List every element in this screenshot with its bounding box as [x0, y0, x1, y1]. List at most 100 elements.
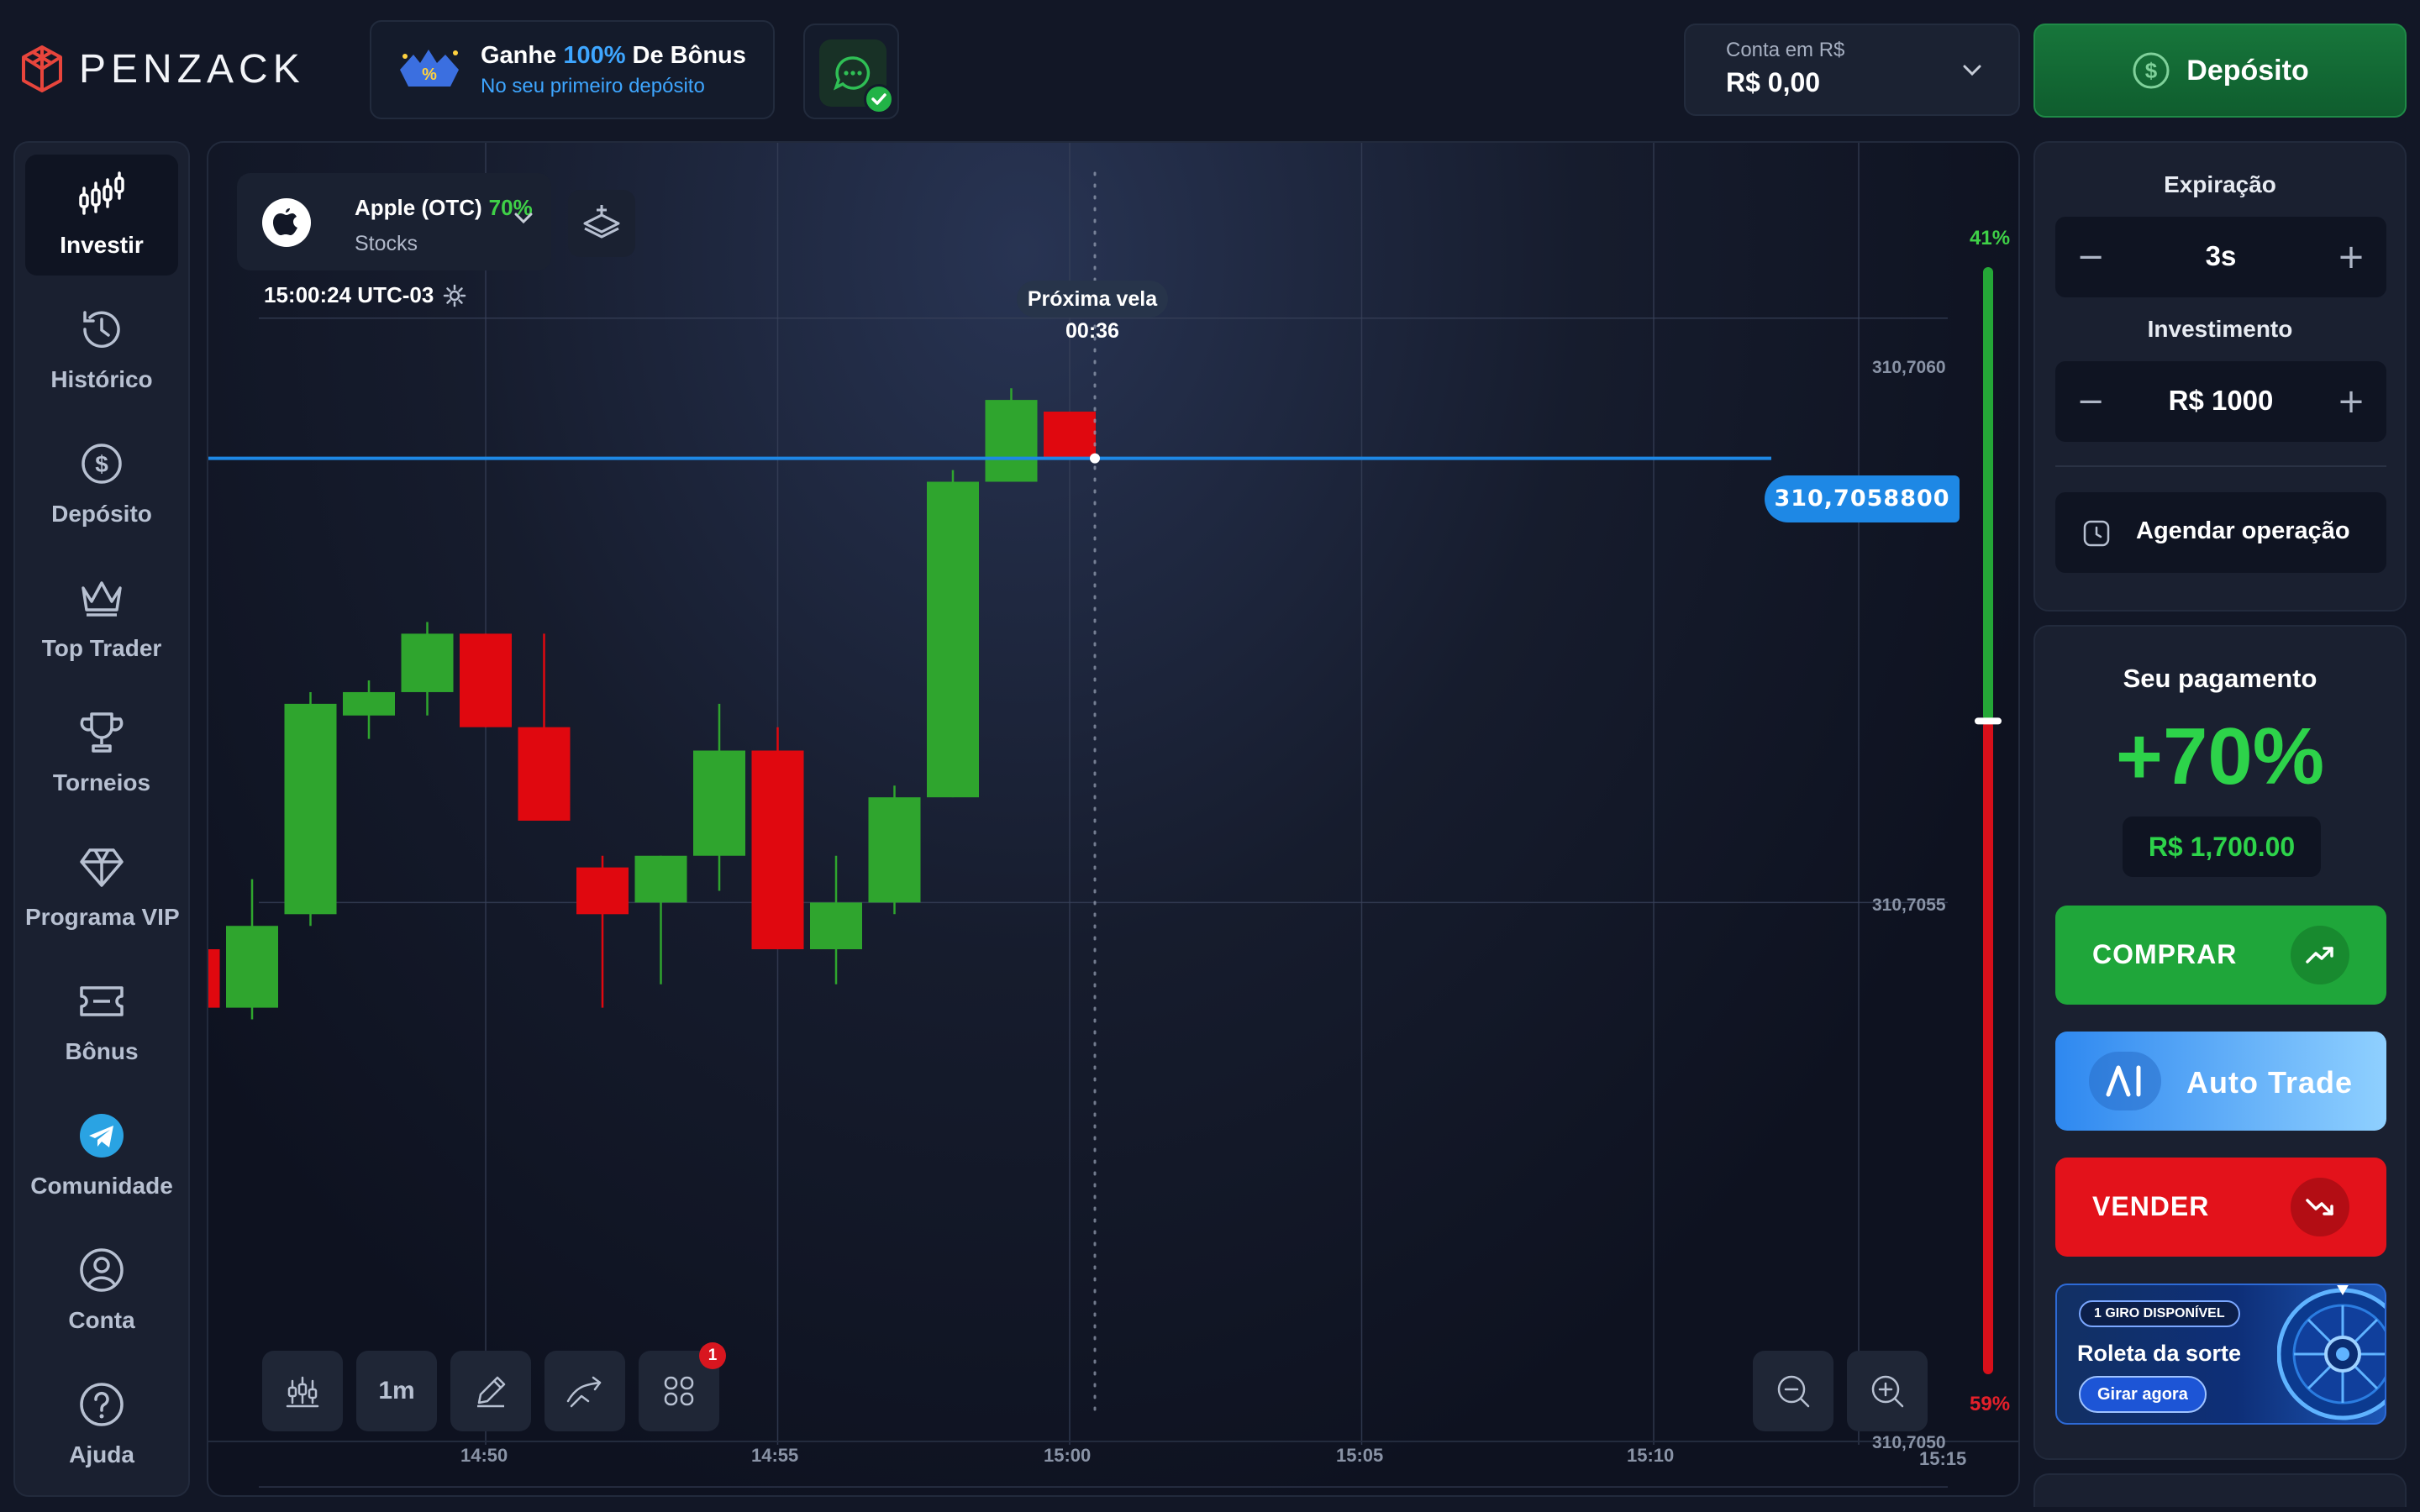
sentiment-split-marker	[1975, 717, 2002, 725]
candle-body	[810, 902, 862, 950]
brand-name: PENZACK	[79, 46, 305, 92]
schedule-label: Agendar operação	[2136, 517, 2350, 544]
trade-settings-panel: Expiração − 3s + Investimento − R$ 1000 …	[2033, 141, 2407, 612]
ticket-icon	[80, 986, 124, 1016]
zoom-out-icon	[1777, 1375, 1810, 1408]
expiration-increase-button[interactable]: +	[2329, 235, 2373, 279]
next-candle-label: Próxima vela	[1017, 281, 1168, 318]
asset-name: Apple (OTC) 70%	[355, 195, 533, 220]
zoom-in-button[interactable]	[1847, 1351, 1928, 1431]
investment-label: Investimento	[2147, 316, 2293, 342]
x-tick-label: 15:05	[1336, 1445, 1384, 1466]
trend-up-icon	[2306, 947, 2333, 963]
diamond-icon	[80, 848, 124, 887]
candle-body	[985, 400, 1038, 482]
roulette-title: Roleta da sorte	[2077, 1341, 2242, 1366]
trend-arrow-icon	[566, 1376, 602, 1408]
top-bar: PENZACK % Ganhe 100% De Bônus No seu pri…	[0, 0, 2420, 138]
candle-body	[284, 703, 337, 915]
x-tick-label: 15:00	[1044, 1445, 1092, 1466]
zoom-in-icon	[1871, 1375, 1904, 1408]
candle-body	[518, 727, 571, 821]
candle-body	[634, 855, 687, 903]
timeframe-button[interactable]: 1m	[356, 1351, 437, 1431]
bonus-promo-banner[interactable]: % Ganhe 100% De Bônus No seu primeiro de…	[370, 20, 775, 119]
promo-subtitle: No seu primeiro depósito	[481, 74, 705, 97]
investment-increase-button[interactable]: +	[2329, 380, 2373, 423]
cube-logo-icon	[22, 45, 62, 92]
panel-stub	[2033, 1473, 2407, 1507]
x-tick-label: 14:55	[751, 1445, 799, 1466]
buy-button[interactable]: COMPRAR	[2055, 906, 2386, 1005]
candle-body	[927, 481, 979, 798]
sidebar-item-bonus[interactable]: Bônus	[25, 961, 178, 1082]
trade-action-panel: Seu pagamento +70% R$ 1,700.00 COMPRAR A…	[2033, 625, 2407, 1460]
sidebar-item-deposito[interactable]: $ Depósito	[25, 423, 178, 544]
sidebar-item-top-trader[interactable]: Top Trader	[25, 558, 178, 679]
gear-icon[interactable]	[442, 283, 467, 308]
layers-plus-icon	[583, 205, 620, 239]
account-label: Conta em R$	[1726, 39, 1845, 61]
expiration-value[interactable]: 3s	[2123, 240, 2319, 272]
sidebar-item-ajuda[interactable]: Ajuda	[25, 1364, 178, 1485]
expiration-decrease-button[interactable]: −	[2069, 235, 2112, 279]
lucky-roulette-banner[interactable]: 1 GIRO DISPONÍVEL Roleta da sorte Girar …	[2055, 1284, 2386, 1425]
candle-body	[576, 867, 629, 915]
candlestick-chart[interactable]	[208, 143, 2020, 1497]
asset-selector[interactable]: Apple (OTC) 70% Stocks	[237, 173, 551, 270]
brand-logo[interactable]: PENZACK	[18, 42, 305, 96]
indicator-count-badge: 1	[699, 1342, 726, 1369]
zoom-out-button[interactable]	[1753, 1351, 1833, 1431]
account-balance: R$ 0,00	[1726, 67, 1821, 97]
x-tick-label: 14:50	[460, 1445, 508, 1466]
sidebar-item-historico[interactable]: Histórico	[25, 289, 178, 410]
investment-value[interactable]: R$ 1000	[2123, 385, 2319, 417]
deposit-button[interactable]: $ Depósito	[2033, 24, 2407, 118]
trophy-icon	[80, 712, 124, 753]
candle-body	[226, 926, 278, 1008]
svg-text:$: $	[2145, 58, 2158, 83]
schedule-operation-button[interactable]: Agendar operação	[2055, 492, 2386, 573]
chat-button[interactable]	[803, 24, 899, 119]
chart-type-button[interactable]	[262, 1351, 343, 1431]
y-tick-label: 310,7060	[1872, 358, 1946, 377]
sidebar-item-investir[interactable]: Investir	[25, 155, 178, 276]
candle-body	[868, 797, 921, 903]
draw-tool-button[interactable]	[450, 1351, 531, 1431]
auto-trade-button[interactable]: Auto Trade	[2055, 1032, 2386, 1131]
indicators-button[interactable]: 1	[639, 1342, 726, 1431]
clock-icon	[2083, 520, 2110, 547]
candle-body	[343, 691, 395, 716]
help-circle-icon	[80, 1383, 124, 1426]
deposit-label: Depósito	[2186, 54, 2309, 87]
roulette-wheel-icon	[2277, 1285, 2385, 1420]
sidebar-item-programa-vip[interactable]: Programa VIP	[25, 827, 180, 948]
server-clock: 15:00:24 UTC-03	[264, 282, 467, 308]
trend-tool-button[interactable]	[544, 1351, 625, 1431]
dollar-circle-icon: $	[82, 444, 122, 484]
y-tick-label: 310,7055	[1872, 895, 1946, 915]
indicators-grid-icon	[664, 1376, 694, 1406]
draw-pencil-icon	[477, 1376, 506, 1408]
sidebar-item-conta[interactable]: Conta	[25, 1230, 178, 1351]
sidebar-item-comunidade[interactable]: Comunidade	[25, 1095, 178, 1216]
promo-title: Ganhe 100% De Bônus	[481, 41, 746, 69]
sell-button[interactable]: VENDER	[2055, 1158, 2386, 1257]
chart-panel[interactable]: Apple (OTC) 70% Stocks 15:00:24 UTC-03 Pr…	[207, 141, 2020, 1497]
account-selector[interactable]: Conta em R$ R$ 0,00	[1684, 24, 2020, 116]
investment-stepper[interactable]: − R$ 1000 +	[2055, 361, 2386, 442]
expiration-label: Expiração	[2164, 171, 2276, 197]
svg-text:%: %	[422, 66, 437, 84]
investment-decrease-button[interactable]: −	[2069, 380, 2112, 423]
candle-body	[460, 633, 512, 727]
spin-now-button[interactable]: Girar agora	[2079, 1376, 2207, 1413]
check-icon	[864, 84, 894, 114]
sentiment-up-label: 41%	[1970, 227, 2011, 249]
current-price-dot	[1090, 453, 1100, 464]
sidebar-item-torneios[interactable]: Torneios	[25, 692, 178, 813]
trend-down-icon	[2306, 1199, 2333, 1215]
expiration-stepper[interactable]: − 3s +	[2055, 217, 2386, 297]
add-asset-button[interactable]	[568, 190, 635, 257]
svg-text:$: $	[95, 451, 108, 477]
chevron-down-icon	[1963, 65, 1981, 76]
